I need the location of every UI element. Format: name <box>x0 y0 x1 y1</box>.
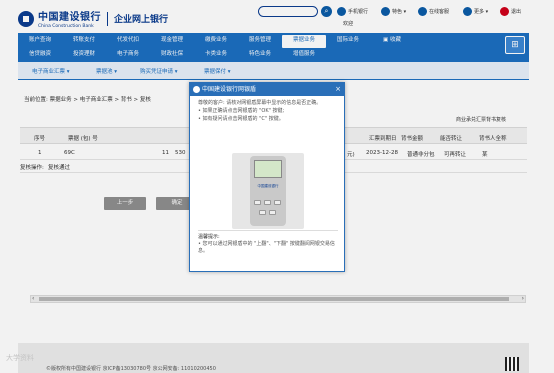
dialog-body: 尊敬的客户: 请核对网银盾屏幕中显示的信息是否正确。 • 如果正确请点击网银盾的… <box>190 96 344 127</box>
usb-key-device-image: 中国建设银行 <box>232 153 304 229</box>
device-key <box>254 200 261 205</box>
device-key <box>259 210 266 215</box>
device-key <box>274 200 281 205</box>
device-brand: 中国建设银行 <box>257 184 279 188</box>
ccb-logo-icon <box>193 86 200 93</box>
device-key <box>264 200 271 205</box>
close-icon[interactable]: × <box>335 83 341 96</box>
dialog-header: 中国建设银行网银盾 × <box>190 83 344 96</box>
dialog-divider <box>198 230 338 231</box>
dialog-ok-note: • 如果正确请点击网银盾的 "OK" 按键; <box>198 108 285 114</box>
hint-text: • 您可以通过网银盾中的 "上翻"、"下翻" 按键翻阅网银交易信息。 <box>198 241 335 254</box>
device-screen <box>254 160 282 178</box>
dialog-intro: 尊敬的客户: 请核对网银盾屏幕中显示的信息是否正确。 <box>198 100 322 106</box>
device-key <box>269 210 276 215</box>
usb-key-dialog: 中国建设银行网银盾 × 尊敬的客户: 请核对网银盾屏幕中显示的信息是否正确。 •… <box>189 82 345 272</box>
hint-title: 温馨提示: <box>198 234 220 240</box>
device-body: 中国建设银行 <box>250 156 286 226</box>
dialog-cancel-note: • 如有疑问请点击网银盾的 "C" 按键。 <box>198 116 284 122</box>
dialog-title: 中国建设银行网银盾 <box>202 86 257 93</box>
